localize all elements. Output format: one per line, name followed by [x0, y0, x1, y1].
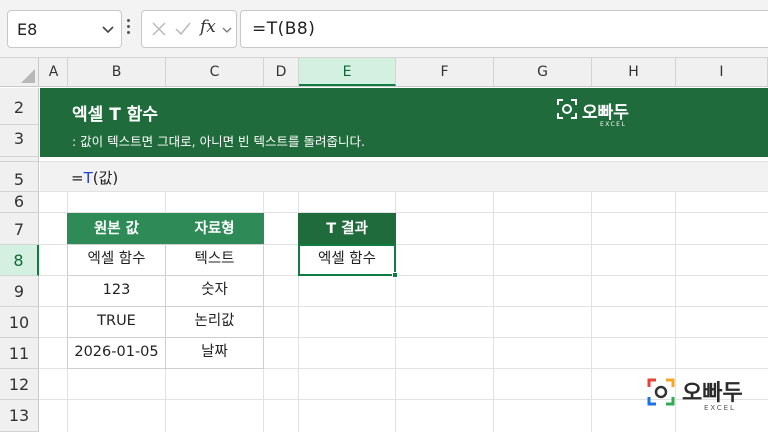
name-box-value: E8: [17, 20, 38, 39]
title-banner: 엑셀 T 함수 : 값이 텍스트면 그대로, 아니면 빈 텍스트를 돌려줍니다.…: [40, 88, 768, 157]
syntax-eq: =: [71, 169, 84, 187]
row-header-11[interactable]: 11: [0, 338, 39, 369]
row-header-2[interactable]: 2: [0, 88, 39, 125]
more-options-icon[interactable]: [125, 19, 131, 39]
table-cell[interactable]: 엑셀 함수: [67, 244, 166, 276]
column-header-b[interactable]: B: [68, 58, 166, 86]
chevron-down-icon[interactable]: [101, 22, 115, 36]
select-all-button[interactable]: [0, 58, 39, 86]
table-header-data-type[interactable]: 자료형: [165, 213, 264, 245]
formula-input[interactable]: =T(B8): [240, 10, 768, 48]
gridline: [591, 191, 592, 432]
table-cell[interactable]: 텍스트: [165, 244, 264, 276]
watermark-sub: EXCEL: [704, 404, 736, 412]
syntax-row: =T(값): [40, 162, 768, 191]
row-header-7[interactable]: 7: [0, 213, 39, 245]
table-cell[interactable]: 2026-01-05: [67, 337, 166, 369]
formula-tools: fx: [141, 10, 237, 48]
column-header-g[interactable]: G: [494, 58, 592, 86]
chevron-down-icon[interactable]: [221, 24, 233, 36]
column-header-d[interactable]: D: [264, 58, 299, 86]
column-header-e[interactable]: E: [299, 58, 396, 86]
result-cell-active[interactable]: 엑셀 함수: [298, 244, 396, 276]
column-header-f[interactable]: F: [396, 58, 494, 86]
gridline: [493, 191, 494, 432]
table-cell[interactable]: TRUE: [67, 306, 166, 338]
row-header-8[interactable]: 8: [0, 245, 39, 276]
result-header[interactable]: T 결과: [298, 213, 396, 245]
table-cell[interactable]: 논리값: [165, 306, 264, 338]
table-cell[interactable]: 날짜: [165, 337, 264, 369]
table-cell[interactable]: 123: [67, 275, 166, 307]
insert-function-icon[interactable]: fx: [200, 17, 216, 37]
table-header-source-value[interactable]: 원본 값: [67, 213, 166, 245]
row-header-3[interactable]: 3: [0, 125, 39, 157]
logo-icon: [557, 99, 577, 119]
column-header-a[interactable]: A: [40, 58, 68, 86]
column-header-h[interactable]: H: [592, 58, 676, 86]
row-header-6[interactable]: 6: [0, 192, 39, 213]
logo-sub: EXCEL: [600, 121, 627, 128]
page-subtitle: : 값이 텍스트면 그대로, 아니면 빈 텍스트를 돌려줍니다.: [72, 134, 365, 149]
formula-bar: E8 fx =T(B8): [0, 0, 768, 58]
row-header-10[interactable]: 10: [0, 307, 39, 338]
row-header-5[interactable]: 5: [0, 162, 39, 192]
enter-check-icon[interactable]: [174, 20, 192, 38]
logo-icon: [647, 378, 675, 406]
brand-watermark: 오빠두 EXCEL: [646, 375, 756, 415]
column-header-c[interactable]: C: [166, 58, 264, 86]
column-header-i[interactable]: I: [676, 58, 768, 86]
logo-word: 오빠두: [582, 103, 629, 123]
row-header-12[interactable]: 12: [0, 369, 39, 400]
page-title: 엑셀 T 함수: [72, 105, 158, 125]
row-header-13[interactable]: 13: [0, 400, 39, 432]
watermark-word: 오빠두: [682, 381, 743, 406]
table-cell[interactable]: 숫자: [165, 275, 264, 307]
name-box[interactable]: E8: [7, 10, 122, 48]
syntax-args: (값): [92, 169, 119, 187]
row-header-9[interactable]: 9: [0, 276, 39, 307]
column-headers: A B C D E F G H I: [0, 58, 768, 87]
fill-handle[interactable]: [392, 272, 398, 278]
cancel-icon[interactable]: [150, 20, 168, 38]
syntax-text: =T(값): [71, 167, 118, 188]
formula-text: =T(B8): [252, 19, 316, 39]
gridline: [39, 191, 768, 192]
brand-logo: 오빠두 EXCEL: [556, 98, 636, 132]
syntax-function: T: [83, 169, 93, 187]
